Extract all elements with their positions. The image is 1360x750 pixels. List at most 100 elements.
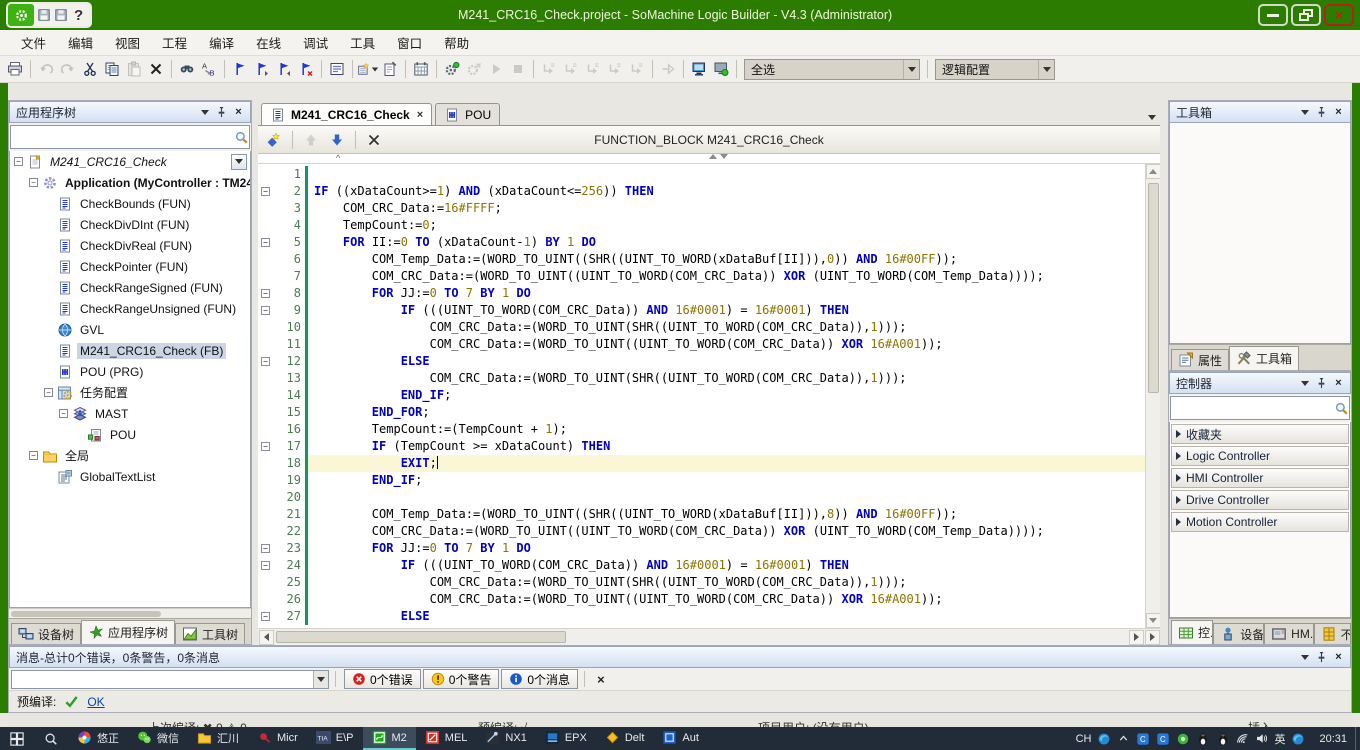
step-out-icon[interactable] [582, 58, 604, 80]
code-editor[interactable]: 1−2IF ((xDataCount>=1) AND (xDataCount<=… [258, 166, 1145, 625]
tree-item-checkrangesigned-fun-[interactable]: CheckRangeSigned (FUN) [10, 277, 250, 298]
tray-lang-英[interactable]: 英 [1274, 731, 1285, 747]
fold-marker-icon[interactable]: − [258, 608, 273, 625]
menu-工程[interactable]: 工程 [151, 30, 198, 55]
code-line-3[interactable]: 3 COM_CRC_Data:=16#FFFF; [258, 200, 1145, 217]
tray-edge[interactable] [1097, 732, 1111, 746]
tray-bluesq[interactable]: C [1156, 732, 1170, 746]
logout-icon[interactable] [463, 58, 485, 80]
tab-overflow-dropdown[interactable] [1148, 115, 1156, 120]
tray-signal[interactable] [1236, 732, 1249, 745]
menu-调试[interactable]: 调试 [292, 30, 339, 55]
code-line-4[interactable]: 4 TempCount:=0; [258, 217, 1145, 234]
editor-tab-m241_crc16_check[interactable]: M241_CRC16_Check× [261, 103, 432, 125]
code-line-11[interactable]: 11 COM_CRC_Data:=(WORD_TO_UINT((UINT_TO_… [258, 336, 1145, 353]
catalog-tab-控[interactable]: 控.. [1171, 620, 1213, 644]
fold-marker-icon[interactable]: − [258, 557, 273, 574]
toolbox-tab-工具箱[interactable]: 工具箱 [1229, 346, 1299, 370]
controller-group-收藏夹[interactable]: 收藏夹 [1171, 424, 1349, 444]
code-line-21[interactable]: 21 COM_Temp_Data:=(WORD_TO_UINT((SHR((UI… [258, 506, 1145, 523]
code-line-22[interactable]: 22 COM_CRC_Data:=(WORD_TO_UINT((UINT_TO_… [258, 523, 1145, 540]
messages-view-icon[interactable] [326, 58, 348, 80]
tree-item-checkbounds-fun-[interactable]: CheckBounds (FUN) [10, 193, 250, 214]
code-line-20[interactable]: 20 [258, 489, 1145, 506]
tray-penguin[interactable] [1216, 732, 1230, 746]
tray-caretup[interactable] [1117, 732, 1130, 745]
code-line-10[interactable]: 10 COM_CRC_Data:=(WORD_TO_UINT(SHR((UINT… [258, 319, 1145, 336]
tray-bluesq[interactable]: C [1136, 732, 1150, 746]
editor-hscrollbar[interactable] [258, 628, 1160, 645]
menu-工具[interactable]: 工具 [339, 30, 386, 55]
navigator-tab-工具树[interactable]: 工具树 [175, 623, 245, 644]
bookmark-next-icon[interactable] [251, 58, 273, 80]
print-icon[interactable] [4, 58, 26, 80]
code-line-18[interactable]: 18 EXIT; [258, 455, 1145, 472]
tree-item-pou[interactable]: POU [10, 424, 250, 445]
menu-编辑[interactable]: 编辑 [57, 30, 104, 55]
taskbar-app-悠正[interactable]: 悠正 [68, 727, 128, 750]
tree-item-pou-prg-[interactable]: POU (PRG) [10, 361, 250, 382]
bookmark-clear-icon[interactable] [295, 58, 317, 80]
code-line-6[interactable]: 6 COM_Temp_Data:=(WORD_TO_UINT((SHR((UIN… [258, 251, 1145, 268]
fold-marker-icon[interactable]: − [258, 438, 273, 455]
find-icon[interactable] [176, 58, 198, 80]
toolbox-tab-属性[interactable]: 属性 [1171, 349, 1229, 370]
fold-marker-icon[interactable]: − [258, 540, 273, 557]
taskbar-app-m2[interactable]: M2 [363, 727, 416, 750]
stop-icon[interactable] [507, 58, 529, 80]
fold-marker-icon[interactable]: − [258, 183, 273, 200]
controller-search-input[interactable] [1171, 399, 1334, 417]
code-line-2[interactable]: −2IF ((xDataCount>=1) AND (xDataCount<=2… [258, 183, 1145, 200]
tree-item-m241-crc16-check-fb-[interactable]: M241_CRC16_Check (FB) [10, 340, 250, 361]
catalog-tab-HM[interactable]: HM... [1264, 623, 1314, 644]
code-line-12[interactable]: −12 ELSE [258, 353, 1145, 370]
configuration-combo[interactable]: 逻辑配置 [935, 59, 1055, 80]
code-line-25[interactable]: 25 COM_CRC_Data:=(WORD_TO_UINT(SHR((UINT… [258, 574, 1145, 591]
code-line-26[interactable]: 26 COM_CRC_Data:=(WORD_TO_UINT((UINT_TO_… [258, 591, 1145, 608]
close-icon[interactable]: × [1331, 650, 1346, 665]
controller-group-drive-controller[interactable]: Drive Controller [1171, 490, 1349, 510]
close-icon[interactable]: × [231, 105, 246, 120]
fold-marker-icon[interactable]: − [258, 353, 273, 370]
pin-icon[interactable] [214, 105, 229, 120]
taskbar-app-delt[interactable]: Delt [596, 727, 654, 750]
taskbar-app-微信[interactable]: 微信 [128, 727, 188, 750]
pin-icon[interactable] [1314, 376, 1329, 391]
controller-group-motion-controller[interactable]: Motion Controller [1171, 512, 1349, 532]
tree-item--[interactable]: −任务配置 [10, 382, 250, 403]
panel-menu-icon[interactable] [1297, 650, 1312, 665]
precompile-ok-link[interactable]: OK [87, 695, 104, 709]
filter-warning-button[interactable]: 0个警告 [423, 669, 500, 689]
code-line-15[interactable]: 15 END_FOR; [258, 404, 1145, 421]
tray-edge[interactable] [1291, 732, 1305, 746]
flow-control-icon[interactable] [657, 58, 679, 80]
tray-penguin[interactable] [1196, 732, 1210, 746]
replace-icon[interactable]: AB [198, 58, 220, 80]
close-button[interactable]: × [1324, 4, 1354, 26]
undo-icon[interactable] [35, 58, 57, 80]
clear-messages-button[interactable]: × [591, 672, 611, 687]
taskbar-app-ep[interactable]: TIAE\P [307, 727, 363, 750]
panel-menu-icon[interactable] [1297, 105, 1312, 120]
tray-speaker[interactable] [1255, 732, 1268, 745]
monitor-config-icon[interactable] [688, 58, 710, 80]
code-line-9[interactable]: −9 IF (((UINT_TO_WORD(COM_CRC_Data)) AND… [258, 302, 1145, 319]
menu-编译[interactable]: 编译 [198, 30, 245, 55]
tree-item-m241-crc16-check[interactable]: −M241_CRC16_Check [10, 151, 250, 172]
taskbar-search-icon[interactable] [34, 727, 68, 750]
code-line-1[interactable]: 1 [258, 166, 1145, 183]
menu-视图[interactable]: 视图 [104, 30, 151, 55]
code-line-14[interactable]: 14 END_IF; [258, 387, 1145, 404]
code-line-17[interactable]: −17 IF (TempCount >= xDataCount) THEN [258, 438, 1145, 455]
filter-info-button[interactable]: 0个消息 [501, 669, 578, 689]
fold-marker-icon[interactable]: − [258, 285, 273, 302]
code-line-19[interactable]: 19 END_IF; [258, 472, 1145, 489]
catalog-tab-不[interactable]: 不 [1314, 623, 1351, 644]
app-tree-search-input[interactable] [11, 128, 234, 146]
build-icon[interactable] [410, 58, 432, 80]
move-down-icon[interactable] [326, 129, 348, 151]
device-selector-dropdown[interactable] [231, 154, 247, 170]
show-desktop-button[interactable] [1355, 727, 1360, 750]
delete-icon[interactable] [145, 58, 167, 80]
tree-item-checkrangeunsigned-fun-[interactable]: CheckRangeUnsigned (FUN) [10, 298, 250, 319]
